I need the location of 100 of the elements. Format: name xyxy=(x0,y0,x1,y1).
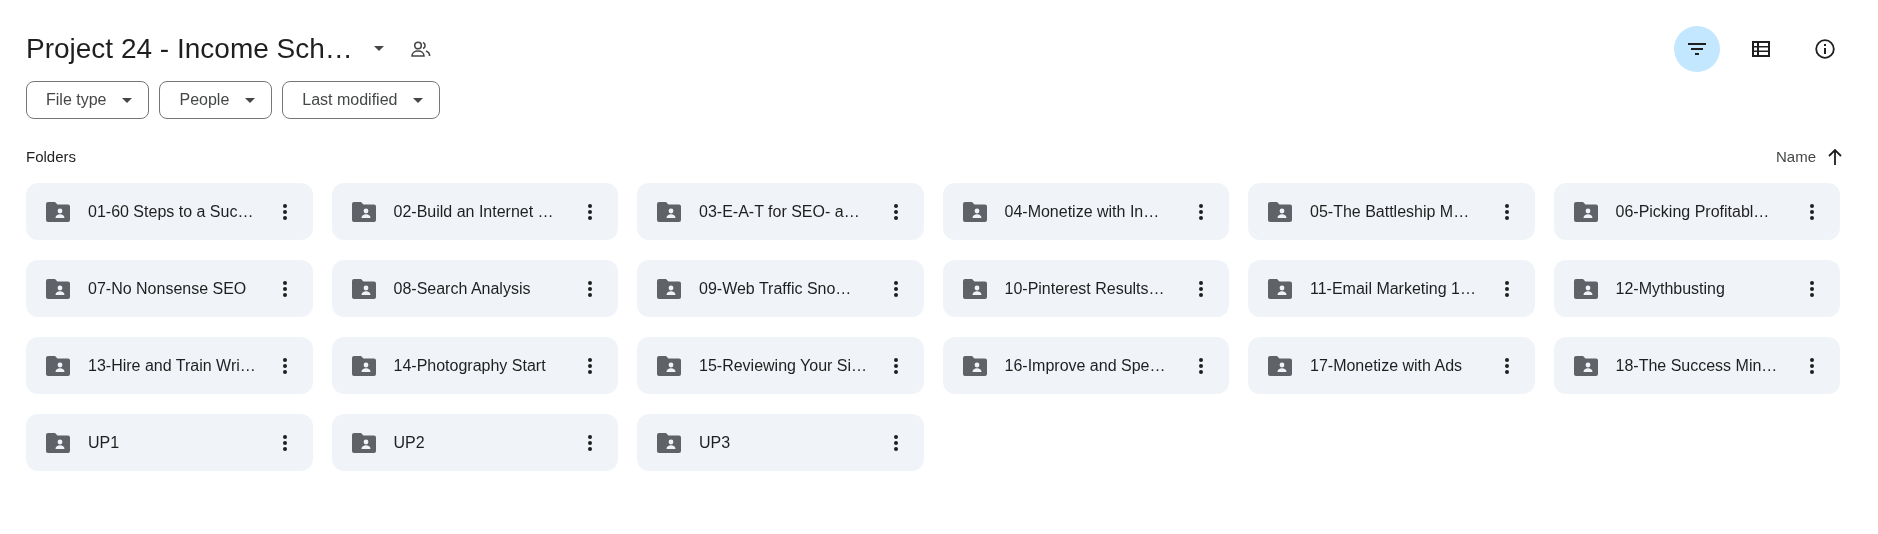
folder-card[interactable]: 18-The Success Min… xyxy=(1553,337,1840,394)
folder-card[interactable]: 15-Reviewing Your Si… xyxy=(637,337,924,394)
more-vertical-icon xyxy=(893,280,898,297)
folder-card[interactable]: 05-The Battleship M… xyxy=(1248,183,1535,240)
shared-folder-icon xyxy=(962,355,987,376)
caret-icon xyxy=(373,46,384,51)
shared-folder-icon xyxy=(46,201,70,222)
more-vertical-icon xyxy=(282,434,287,451)
folder-name: 16-Improve and Spe… xyxy=(1004,355,1167,376)
folder-name: 14-Photography Start xyxy=(393,355,547,376)
folder-name: UP3 xyxy=(699,432,732,453)
section-heading: Folders xyxy=(26,146,77,167)
shared-folder-icon xyxy=(46,355,70,376)
shared-folder-icon xyxy=(962,278,987,299)
shared-folder-icon xyxy=(657,432,681,453)
shared-folder-icon xyxy=(46,278,70,299)
folder-card[interactable]: 14-Photography Start xyxy=(331,337,618,394)
folder-name: 03-E-A-T for SEO- a… xyxy=(699,201,861,222)
shared-folder-icon xyxy=(657,355,681,376)
more-vertical-icon xyxy=(588,357,592,374)
filter-chip[interactable]: File type xyxy=(26,81,150,119)
shared-folder-icon xyxy=(657,278,681,299)
shared-folder-icon xyxy=(1268,278,1292,299)
caret-icon xyxy=(245,97,256,103)
more-vertical-icon xyxy=(1810,280,1814,297)
folder-card[interactable]: UP3 xyxy=(637,414,924,471)
shared-folder-icon xyxy=(351,278,376,299)
shared-folder-icon xyxy=(1573,278,1598,299)
list-view-icon xyxy=(1752,40,1770,57)
folder-name: 06-Picking Profitabl… xyxy=(1615,201,1771,222)
more-vertical-icon xyxy=(588,203,592,220)
more-vertical-icon xyxy=(282,280,287,297)
info-icon xyxy=(1815,38,1835,59)
folder-card[interactable]: 09-Web Traffic Sno… xyxy=(637,260,924,317)
filter-icon xyxy=(1688,42,1706,55)
shared-folder-icon xyxy=(657,201,681,222)
more-vertical-icon xyxy=(1504,357,1509,374)
folder-name: 10-Pinterest Results… xyxy=(1004,278,1166,299)
sort-button[interactable]: Name xyxy=(1776,145,1842,169)
more-vertical-icon xyxy=(893,203,898,220)
folder-card[interactable]: 13-Hire and Train Wri… xyxy=(26,337,313,394)
filter-button[interactable] xyxy=(1674,25,1720,72)
folder-card[interactable]: 02-Build an Internet … xyxy=(331,183,618,240)
folder-card[interactable]: 07-No Nonsense SEO xyxy=(26,260,313,317)
more-vertical-icon xyxy=(1199,357,1203,374)
folder-card[interactable]: UP2 xyxy=(331,414,618,471)
folder-card[interactable]: 11-Email Marketing 1… xyxy=(1248,260,1535,317)
filter-chip[interactable]: Last modified xyxy=(282,81,441,119)
more-vertical-icon xyxy=(1504,280,1509,297)
caret-icon xyxy=(413,97,424,103)
shared-folder-icon xyxy=(1573,355,1598,376)
folder-name: 05-The Battleship M… xyxy=(1310,201,1471,222)
more-vertical-icon xyxy=(1199,203,1203,220)
more-vertical-icon xyxy=(893,434,898,451)
more-vertical-icon xyxy=(1199,280,1203,297)
folder-card[interactable]: UP1 xyxy=(26,414,313,471)
folder-name: 08-Search Analysis xyxy=(393,278,532,299)
folder-name: 01-60 Steps to a Suc… xyxy=(88,201,255,222)
folder-card[interactable]: 12-Mythbusting xyxy=(1553,260,1840,317)
shared-folder-icon xyxy=(351,432,376,453)
folder-name: UP1 xyxy=(88,432,121,453)
folder-card[interactable]: 03-E-A-T for SEO- a… xyxy=(637,183,924,240)
folder-name: 09-Web Traffic Sno… xyxy=(699,278,853,299)
people-icon xyxy=(410,40,431,57)
folder-name: 12-Mythbusting xyxy=(1615,278,1726,299)
folder-name: 11-Email Marketing 1… xyxy=(1310,278,1477,299)
folder-card[interactable]: 17-Monetize with Ads xyxy=(1248,337,1535,394)
shared-folder-icon xyxy=(1268,355,1292,376)
shared-folder-icon xyxy=(1268,201,1292,222)
folder-name: 02-Build an Internet … xyxy=(393,201,555,222)
more-vertical-icon xyxy=(588,434,592,451)
more-vertical-icon xyxy=(282,203,287,220)
folder-name: 07-No Nonsense SEO xyxy=(88,278,248,299)
shared-folder-icon xyxy=(1573,201,1598,222)
shared-folder-icon xyxy=(962,201,987,222)
folder-card[interactable]: 16-Improve and Spe… xyxy=(942,337,1229,394)
folder-name: 13-Hire and Train Wri… xyxy=(88,355,257,376)
folder-name: 18-The Success Min… xyxy=(1615,355,1779,376)
caret-icon xyxy=(122,97,133,103)
more-vertical-icon xyxy=(893,357,898,374)
folder-name: UP2 xyxy=(393,432,426,453)
folder-card[interactable]: 04-Monetize with In… xyxy=(942,183,1229,240)
more-vertical-icon xyxy=(1810,203,1814,220)
folder-card[interactable]: 01-60 Steps to a Suc… xyxy=(26,183,313,240)
arrow-up-icon xyxy=(1828,149,1842,165)
folder-name: 04-Monetize with In… xyxy=(1004,201,1161,222)
folder-card[interactable]: 06-Picking Profitabl… xyxy=(1553,183,1840,240)
more-vertical-icon xyxy=(588,280,592,297)
shared-folder-icon xyxy=(46,432,70,453)
more-vertical-icon xyxy=(1504,203,1509,220)
folder-name: 17-Monetize with Ads xyxy=(1310,355,1464,376)
shared-folder-icon xyxy=(351,201,376,222)
folder-title: Project 24 - Income Sch… xyxy=(26,31,353,66)
more-vertical-icon xyxy=(282,357,287,374)
folder-card[interactable]: 10-Pinterest Results… xyxy=(942,260,1229,317)
folder-card[interactable]: 08-Search Analysis xyxy=(331,260,618,317)
filter-chip[interactable]: People xyxy=(159,81,273,119)
shared-folder-icon xyxy=(351,355,376,376)
more-vertical-icon xyxy=(1810,357,1814,374)
folder-name: 15-Reviewing Your Si… xyxy=(699,355,869,376)
